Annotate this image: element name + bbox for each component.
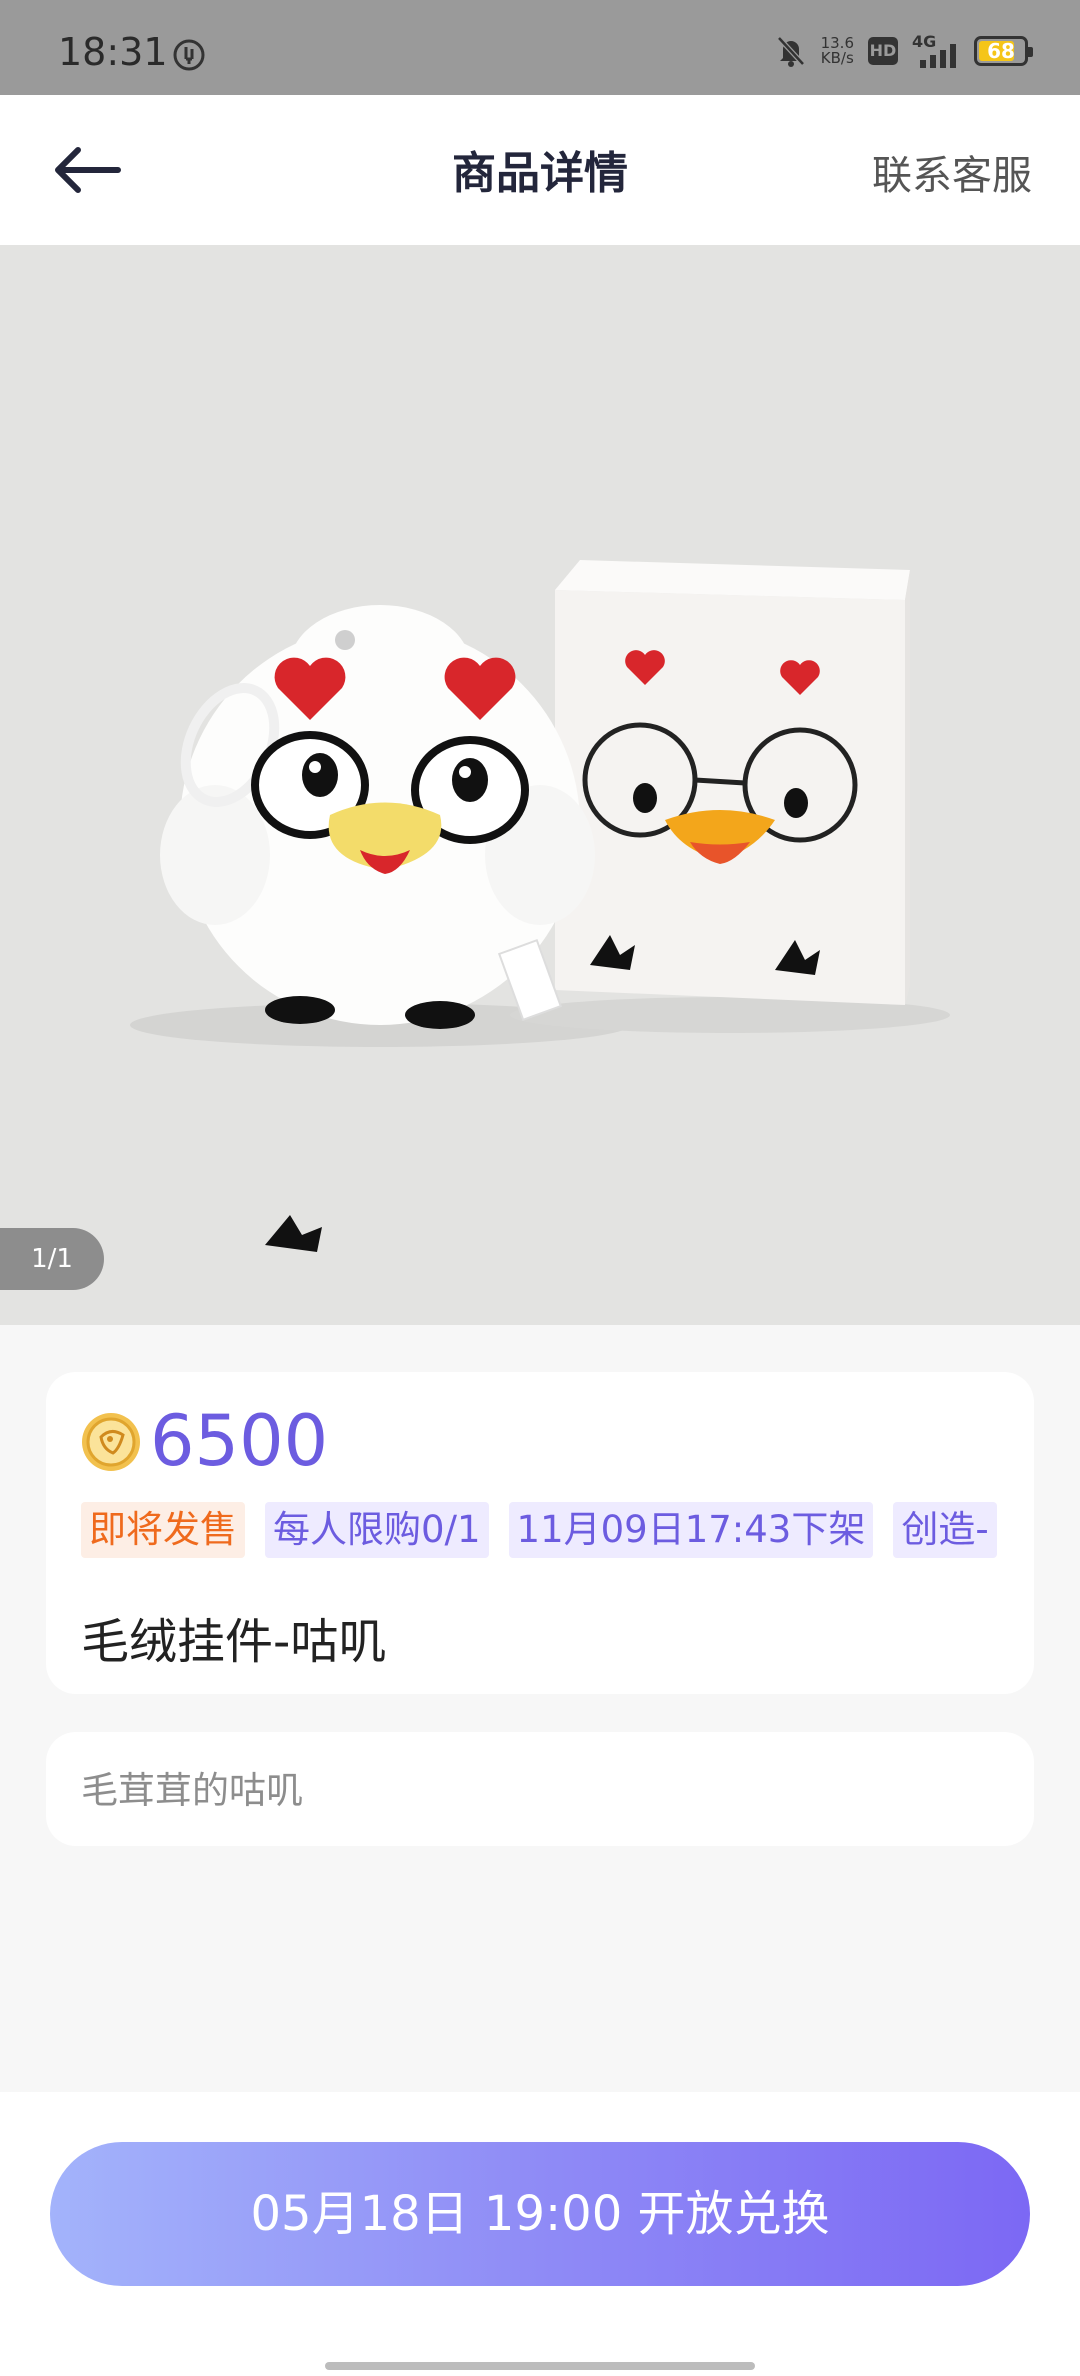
status-time: 18:31 <box>58 30 168 74</box>
tag-purchase-limit: 每人限购0/1 <box>265 1502 489 1558</box>
top-nav: 商品详情 联系客服 <box>0 95 1080 245</box>
product-info-card: 6500 即将发售 每人限购0/1 11月09日17:43下架 创造- 毛绒挂件-咕叽 <box>46 1372 1034 1694</box>
exchange-button[interactable]: 05月18日 19:00 开放兑换 <box>50 2142 1030 2286</box>
home-indicator[interactable] <box>325 2362 755 2370</box>
contact-service-button[interactable]: 联系客服 <box>872 143 1032 201</box>
net-speed: 13.6 KB/s <box>821 36 854 66</box>
status-bar: 18:31 13.6 KB/s HD 4G 68 <box>0 0 1080 95</box>
image-pager: 1/1 <box>0 1228 104 1290</box>
tag-coming-soon: 即将发售 <box>81 1502 245 1558</box>
tag-delist-time: 11月09日17:43下架 <box>508 1502 874 1558</box>
coin-icon <box>82 1413 140 1471</box>
mute-bell-icon <box>776 36 805 67</box>
tag-list: 即将发售 每人限购0/1 11月09日17:43下架 创造- <box>81 1502 1046 1558</box>
plush-chicken-image <box>130 560 950 1252</box>
product-name: 毛绒挂件-咕叽 <box>81 1614 387 1670</box>
usb-icon <box>173 39 205 71</box>
hd-badge: HD <box>868 37 898 65</box>
product-description: 毛茸茸的咕叽 <box>81 1769 303 1812</box>
battery-icon: 68 <box>974 36 1033 66</box>
tag-creator: 创造- <box>893 1502 997 1558</box>
description-card: 毛茸茸的咕叽 <box>46 1732 1034 1846</box>
net-speed-unit: KB/s <box>820 49 854 67</box>
signal-icon: 4G <box>912 32 960 68</box>
battery-level: 68 <box>987 39 1015 63</box>
product-image[interactable] <box>0 245 1080 1325</box>
price: 6500 <box>150 1400 329 1482</box>
bottom-bar: 05月18日 19:00 开放兑换 <box>0 2092 1080 2376</box>
